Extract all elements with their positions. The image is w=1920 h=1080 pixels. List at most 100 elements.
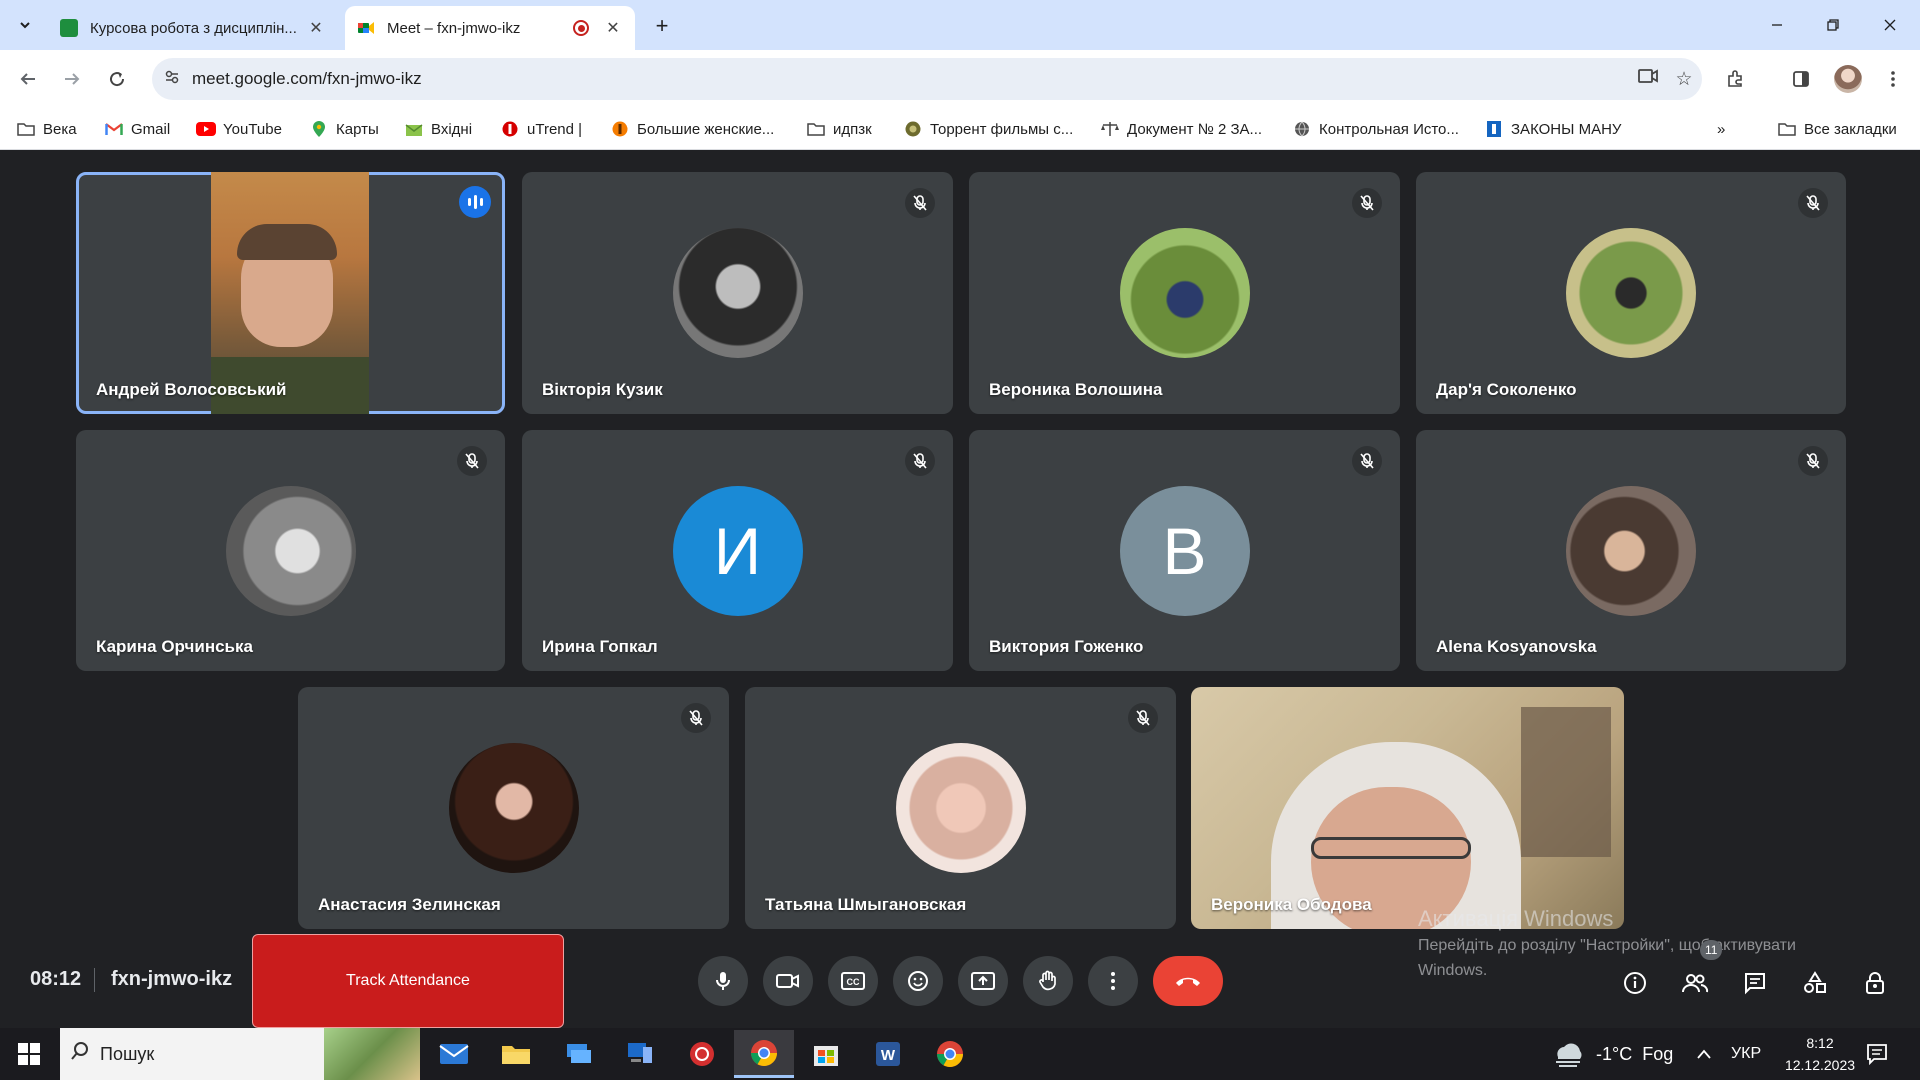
bookmark-item[interactable]: Века xyxy=(16,116,77,142)
participant-avatar xyxy=(225,485,356,616)
bookmark-label: Века xyxy=(43,120,77,138)
more-options-button[interactable] xyxy=(1088,956,1138,1006)
computer-app-icon[interactable] xyxy=(610,1030,670,1078)
participant-video xyxy=(1191,687,1624,929)
speaking-indicator-icon xyxy=(459,186,491,218)
bookmark-item[interactable]: YouTube xyxy=(196,116,282,142)
menu-kebab-icon[interactable] xyxy=(1878,64,1908,94)
bookmark-item[interactable]: Большие женские... xyxy=(610,116,774,142)
file-explorer-icon[interactable] xyxy=(486,1030,546,1078)
chrome-active-icon[interactable] xyxy=(734,1030,794,1078)
address-bar[interactable]: meet.google.com/fxn-jmwo-ikz ☆ xyxy=(152,58,1702,100)
word-app-icon[interactable]: W xyxy=(858,1030,918,1078)
bookmark-label: Контрольная Исто... xyxy=(1319,120,1459,138)
bookmark-star-icon[interactable]: ☆ xyxy=(1666,68,1702,91)
participant-tile[interactable]: Вероника Ободова xyxy=(1191,687,1624,929)
side-panel-icon[interactable] xyxy=(1786,64,1816,94)
track-attendance-button[interactable]: Track Attendance xyxy=(252,934,564,1028)
participant-tile[interactable]: Карина Орчинська xyxy=(76,430,505,671)
mail-app-icon[interactable] xyxy=(424,1030,484,1078)
mic-off-icon xyxy=(905,446,935,476)
taskbar-search-box[interactable]: Пошук xyxy=(60,1028,420,1080)
language-indicator[interactable]: УКР xyxy=(1731,1028,1761,1080)
extensions-icon[interactable] xyxy=(1720,64,1750,94)
microphone-button[interactable] xyxy=(698,956,748,1006)
tab-coursework[interactable]: Курсова робота з дисциплін... ✕ xyxy=(48,6,338,50)
weather-widget[interactable]: -1°C Fog xyxy=(1550,1028,1673,1080)
bookmark-item[interactable]: Контрольная Исто... xyxy=(1292,116,1459,142)
meeting-info-button[interactable] xyxy=(1618,966,1652,1000)
profile-avatar[interactable] xyxy=(1834,65,1862,93)
red-app-icon[interactable] xyxy=(672,1030,732,1078)
people-button[interactable] xyxy=(1678,966,1712,1000)
site-settings-icon[interactable] xyxy=(152,69,192,89)
all-bookmarks[interactable]: Все закладки xyxy=(1777,116,1897,142)
participant-tile[interactable]: Дар'я Соколенко xyxy=(1416,172,1846,414)
bookmarks-bar: Века Gmail YouTube Карты Вхідні uTrend |… xyxy=(0,108,1920,150)
participant-video xyxy=(211,172,369,414)
bookmark-item[interactable]: идпзк xyxy=(806,116,872,142)
participant-tile[interactable]: Вікторія Кузик xyxy=(522,172,953,414)
taskbar-clock[interactable]: 8:12 12.12.2023 xyxy=(1780,1032,1860,1076)
participant-tile[interactable]: Андрей Волосовський xyxy=(76,172,505,414)
present-screen-button[interactable] xyxy=(958,956,1008,1006)
tray-chevron-icon[interactable] xyxy=(1696,1028,1712,1080)
participant-name: Ирина Гопкал xyxy=(542,637,658,656)
forward-icon[interactable] xyxy=(57,64,87,94)
reactions-button[interactable] xyxy=(893,956,943,1006)
bookmark-item[interactable]: Торрент фильмы с... xyxy=(903,116,1073,142)
search-highlight-image xyxy=(324,1028,420,1080)
close-window-icon[interactable] xyxy=(1870,10,1910,40)
restore-icon[interactable] xyxy=(1813,10,1853,40)
bookmark-item[interactable]: Gmail xyxy=(104,116,170,142)
bookmark-item[interactable]: Вхідні xyxy=(404,116,472,142)
bookmark-label: Карты xyxy=(336,120,379,138)
bookmark-item[interactable]: Документ № 2 ЗА... xyxy=(1100,116,1262,142)
bookmark-item[interactable]: ЗАКОНЫ МАНУ xyxy=(1484,116,1621,142)
bookmark-item[interactable]: Карты xyxy=(309,116,379,142)
store-app-icon[interactable] xyxy=(796,1030,856,1078)
reload-icon[interactable] xyxy=(102,64,132,94)
bookmarks-overflow-icon[interactable]: » xyxy=(1717,116,1725,142)
raise-hand-button[interactable] xyxy=(1023,956,1073,1006)
folder-icon xyxy=(1777,120,1797,138)
participant-tile[interactable]: Alena Kosyanovska xyxy=(1416,430,1846,671)
activities-button[interactable] xyxy=(1798,966,1832,1000)
windows-start-icon[interactable] xyxy=(0,1028,58,1080)
new-tab-button[interactable]: + xyxy=(648,12,676,40)
bookmark-label: Большие женские... xyxy=(637,120,775,138)
participant-name: Анастасия Зелинская xyxy=(318,895,501,914)
leave-call-button[interactable] xyxy=(1153,956,1223,1006)
svg-text:W: W xyxy=(881,1047,896,1064)
notifications-icon[interactable] xyxy=(1866,1028,1888,1080)
camera-button[interactable] xyxy=(763,956,813,1006)
bookmark-label: идпзк xyxy=(833,120,872,138)
captions-button[interactable]: CC xyxy=(828,956,878,1006)
classroom-icon xyxy=(60,19,78,37)
bookmark-item[interactable]: uTrend | xyxy=(500,116,582,142)
participant-tile[interactable]: Вероника Волошина xyxy=(969,172,1400,414)
tab-meet[interactable]: Meet – fxn-jmwo-ikz ✕ xyxy=(345,6,635,50)
folder-icon xyxy=(16,120,36,138)
host-controls-button[interactable] xyxy=(1858,966,1892,1000)
browser-toolbar: meet.google.com/fxn-jmwo-ikz ☆ xyxy=(0,50,1920,108)
participant-tile[interactable]: Татьяна Шмыгановская xyxy=(745,687,1176,929)
minimize-icon[interactable] xyxy=(1757,10,1797,40)
chat-button[interactable] xyxy=(1738,966,1772,1000)
url-text: meet.google.com/fxn-jmwo-ikz xyxy=(192,69,422,88)
participant-avatar xyxy=(1566,485,1696,616)
meet-stage: Андрей Волосовський Вікторія Кузик Верон… xyxy=(0,150,1920,1028)
participant-name: Карина Орчинська xyxy=(96,637,253,656)
participant-name: Вероника Волошина xyxy=(989,380,1163,399)
camera-permission-icon[interactable] xyxy=(1630,68,1666,90)
tab-close-icon[interactable]: ✕ xyxy=(306,18,326,38)
tab-search-chevron-icon[interactable] xyxy=(10,11,40,39)
participant-tile[interactable]: В Виктория Гоженко xyxy=(969,430,1400,671)
bookmark-label: YouTube xyxy=(223,120,282,138)
back-icon[interactable] xyxy=(13,64,43,94)
chrome-app-icon[interactable] xyxy=(920,1030,980,1078)
network-app-icon[interactable] xyxy=(548,1030,608,1078)
participant-tile[interactable]: И Ирина Гопкал xyxy=(522,430,953,671)
participant-tile[interactable]: Анастасия Зелинская xyxy=(298,687,729,929)
tab-close-icon[interactable]: ✕ xyxy=(603,18,623,38)
